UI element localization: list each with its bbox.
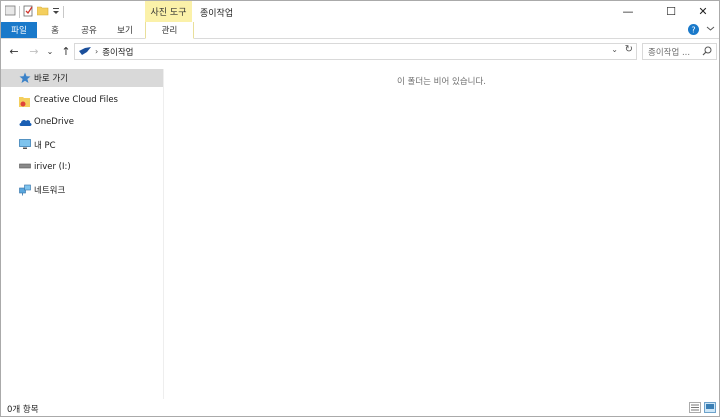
minimize-button[interactable]: — (611, 1, 645, 22)
nav-item-label: iriver (I:) (34, 162, 71, 172)
toolbar-divider (19, 6, 20, 18)
nav-item-label: OneDrive (34, 117, 74, 127)
tab-manage[interactable]: 관리 (145, 22, 194, 39)
nav-item-iriver-drive[interactable]: iriver (I:) (1, 159, 163, 177)
expand-ribbon-chevron-icon[interactable] (706, 24, 715, 36)
close-button[interactable]: ✕ (686, 1, 720, 22)
ribbon-tab-bar: 파일 홈 공유 보기 관리 (1, 22, 719, 39)
forward-button[interactable]: → (27, 43, 41, 59)
search-placeholder: 종이작업 ... (648, 47, 691, 58)
nav-item-onedrive[interactable]: OneDrive (1, 114, 163, 132)
up-button[interactable]: ↑ (59, 43, 73, 59)
tab-home[interactable]: 홈 (45, 22, 65, 38)
empty-folder-message: 이 폴더는 비어 있습니다. (396, 77, 486, 87)
tab-share[interactable]: 공유 (77, 22, 101, 38)
details-view-icon[interactable] (689, 402, 701, 413)
address-bar[interactable]: › 종이작업 ⌄ ↻ (74, 43, 637, 60)
app-icon (4, 5, 16, 19)
nav-item-quick-access[interactable]: 바로 가기 (1, 69, 163, 87)
large-icons-view-icon[interactable] (704, 402, 716, 413)
item-count: 0개 항목 (7, 405, 39, 415)
quick-access-toolbar (4, 4, 64, 20)
picture-tools-context-tab: 사진 도구 (145, 1, 192, 22)
breadcrumb-folder[interactable]: 종이작업 (102, 46, 133, 58)
nav-item-label: 내 PC (34, 141, 56, 151)
nav-item-label: Creative Cloud Files (34, 95, 118, 105)
star-icon (19, 72, 31, 84)
svg-text:?: ? (691, 26, 695, 35)
customize-toolbar-dropdown-icon[interactable] (52, 6, 60, 19)
drive-icon (19, 162, 31, 174)
breadcrumb-separator-icon: › (95, 47, 99, 56)
title-bar: 사진 도구 종이작업 — ☐ ✕ (1, 1, 719, 22)
refresh-icon[interactable]: ↻ (625, 44, 633, 55)
onedrive-cloud-icon (19, 117, 32, 129)
navigation-bar: ← → ⌄ ↑ › 종이작업 ⌄ ↻ 종이작업 ... (1, 41, 719, 61)
nav-item-label: 바로 가기 (34, 74, 68, 84)
tab-file[interactable]: 파일 (1, 22, 37, 38)
toolbar-divider (63, 6, 64, 18)
pc-monitor-icon (19, 139, 31, 151)
window-title: 종이작업 (200, 9, 234, 19)
nav-item-this-pc[interactable]: 내 PC (1, 136, 163, 154)
recent-locations-dropdown[interactable]: ⌄ (43, 43, 57, 59)
file-explorer-window: 사진 도구 종이작업 — ☐ ✕ 파일 홈 공유 보기 관리 ? ← → ⌄ ↑… (0, 0, 720, 417)
nav-item-creative-cloud-files[interactable]: Creative Cloud Files (1, 92, 163, 110)
nav-item-label: 네트워크 (34, 186, 66, 196)
creative-cloud-folder-icon (19, 95, 31, 107)
tab-view[interactable]: 보기 (113, 22, 137, 38)
maximize-button[interactable]: ☐ (654, 1, 688, 22)
help-icon[interactable]: ? (687, 23, 701, 37)
nav-item-network[interactable]: 네트워크 (1, 181, 163, 199)
folder-location-icon (79, 47, 91, 56)
new-folder-icon[interactable] (36, 5, 49, 19)
properties-icon[interactable] (23, 5, 34, 20)
status-bar: 0개 항목 (1, 399, 719, 416)
address-history-dropdown-icon[interactable]: ⌄ (611, 45, 618, 54)
network-icon (19, 184, 31, 196)
search-icon[interactable] (702, 46, 712, 59)
back-button[interactable]: ← (7, 43, 21, 59)
search-box[interactable]: 종이작업 ... (642, 43, 717, 60)
navigation-pane: 바로 가기 Creative Cloud Files OneDrive 내 PC… (1, 69, 164, 399)
